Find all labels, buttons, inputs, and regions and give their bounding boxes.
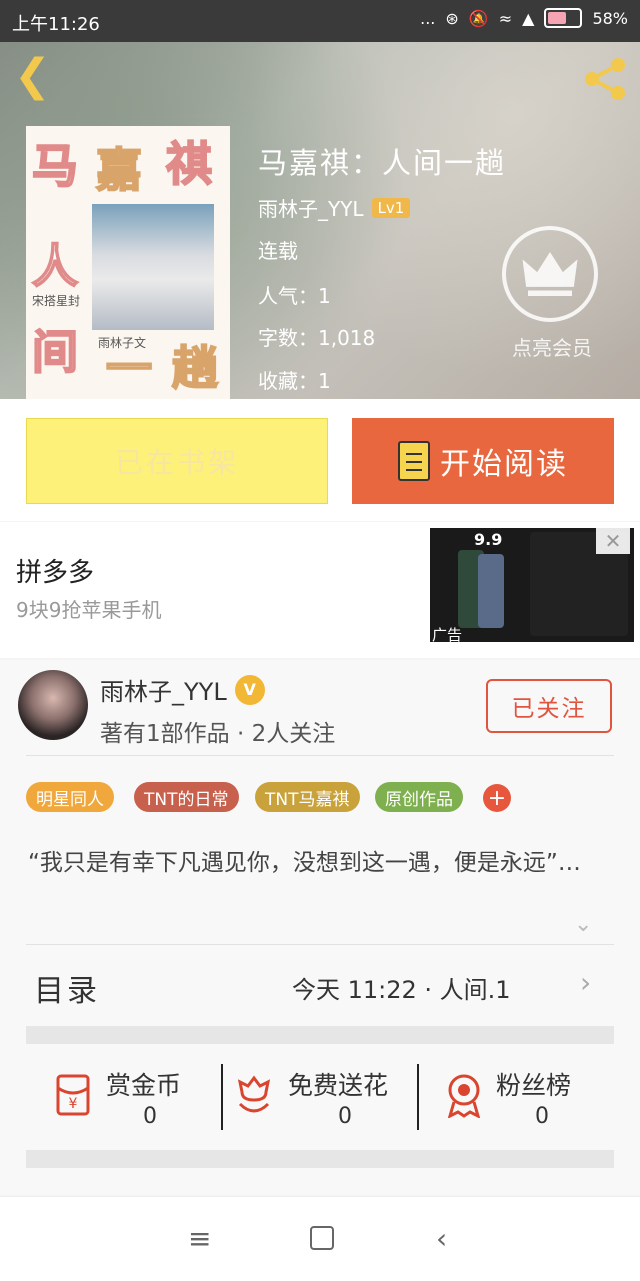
back-icon[interactable]: ‹ (436, 1222, 447, 1255)
medal-icon[interactable] (442, 1072, 486, 1118)
book-status: 连载 (258, 239, 298, 263)
tag-chip[interactable]: TNT的日常 (134, 782, 239, 812)
battery-icon (544, 8, 583, 28)
chevron-right-icon[interactable]: › (580, 966, 591, 999)
verified-badge-icon: V (234, 674, 265, 705)
author-card-name[interactable]: 雨林子_YYL V (100, 672, 265, 707)
book-word-count: 字数：1,018 (258, 326, 376, 350)
book-icon (398, 441, 430, 481)
home-icon[interactable] (310, 1226, 334, 1250)
crown-icon[interactable] (502, 226, 598, 322)
cover-char: 嘉 (95, 142, 143, 198)
vip-label[interactable]: 点亮会员 (502, 332, 602, 361)
back-arrow-icon[interactable]: ❮ (14, 54, 51, 98)
divider (26, 755, 614, 756)
author-info: 著有1部作品 · 2人关注 (100, 721, 336, 747)
status-icons: ... ⊛ 🔕 ≈ ▲ 58% (420, 8, 628, 28)
ad-price-text: 9.9 (474, 530, 503, 549)
cover-char: 人 (31, 238, 79, 294)
mute-icon: 🔕 (468, 8, 489, 28)
follow-button[interactable]: 已关注 (486, 679, 612, 733)
book-title: 马嘉祺：人间一趟 (258, 146, 507, 180)
book-favorites: 收藏：1 (258, 369, 331, 393)
toc-latest-chapter[interactable]: 今天 11:22 · 人间.1 (292, 970, 511, 1005)
share-icon[interactable] (582, 56, 628, 102)
cover-char: 祺 (165, 136, 213, 192)
battery-percent: 58% (592, 8, 628, 28)
close-icon[interactable]: ✕ (596, 528, 630, 554)
cover-char: 趟 (171, 340, 219, 396)
signal-icon: ▲ (522, 8, 535, 28)
cover-char: 马 (31, 138, 79, 194)
fan-ranking-label[interactable]: 粉丝榜 (496, 1066, 571, 1102)
divider (417, 1064, 419, 1130)
author-name: 雨林子_YYL (258, 197, 364, 221)
ad-subtitle[interactable]: 9块9抢苹果手机 (16, 594, 161, 623)
section-gap (26, 1150, 614, 1168)
divider (26, 944, 614, 945)
book-popularity: 人气：1 (258, 284, 331, 308)
start-reading-button[interactable]: 开始阅读 (352, 418, 614, 504)
menu-icon[interactable]: ≡ (188, 1222, 211, 1255)
author-card-name-text: 雨林子_YYL (100, 678, 227, 706)
fan-ranking-count: 0 (535, 1104, 549, 1129)
add-tag-button[interactable]: + (483, 784, 511, 812)
free-flower-label[interactable]: 免费送花 (288, 1066, 388, 1102)
tag-chip[interactable]: 原创作品 (375, 782, 463, 812)
cover-small-text: 宋搭星封 (32, 294, 81, 308)
cover-photo (92, 204, 214, 330)
ad-tag: 广告 (432, 626, 463, 644)
tag-chip[interactable]: 明星同人 (26, 782, 114, 812)
chevron-down-icon[interactable]: ⌄ (574, 912, 592, 937)
reward-coin-label[interactable]: 赏金币 (106, 1066, 181, 1102)
level-badge: Lv1 (371, 197, 411, 218)
status-time: 上午11:26 (12, 14, 100, 35)
tag-chip[interactable]: TNT马嘉祺 (255, 782, 360, 812)
red-envelope-icon[interactable]: ¥ (50, 1072, 96, 1118)
status-bar: 上午11:26 ... ⊛ 🔕 ≈ ▲ 58% (0, 0, 640, 42)
cover-char: 间 (31, 324, 79, 380)
book-intro[interactable]: “我只是有幸下凡遇见你，没想到这一遇，便是永远”… (28, 846, 608, 880)
bluetooth-icon: ⊛ (445, 8, 459, 28)
more-dots-icon: ... (420, 8, 436, 28)
in-shelf-button[interactable]: 已在书架 (26, 418, 328, 504)
wifi-icon: ≈ (498, 8, 513, 28)
book-author[interactable]: 雨林子_YYL Lv1 (258, 193, 411, 222)
book-cover[interactable]: 马 嘉 祺 人 间 一 趟 宋搭星封 雨林子文 (26, 126, 230, 399)
section-gap (26, 1026, 614, 1044)
flower-icon[interactable] (234, 1074, 274, 1118)
start-reading-label: 开始阅读 (440, 447, 568, 482)
avatar[interactable] (18, 670, 88, 740)
toc-label[interactable]: 目录 (34, 966, 100, 1010)
svg-text:¥: ¥ (69, 1096, 78, 1112)
reward-coin-count: 0 (143, 1104, 157, 1129)
cover-small-text: 雨林子文 (98, 336, 147, 350)
divider (221, 1064, 223, 1130)
free-flower-count: 0 (338, 1104, 352, 1129)
ad-title[interactable]: 拼多多 (16, 552, 94, 589)
